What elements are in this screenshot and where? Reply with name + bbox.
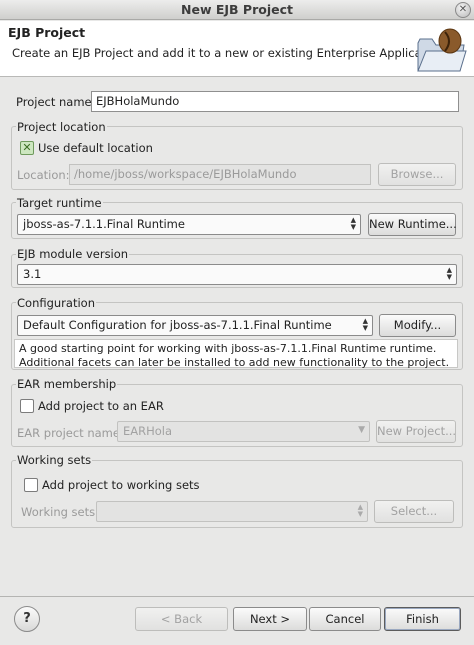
next-button[interactable]: Next > [233, 607, 307, 631]
working-sets-select[interactable]: ▲ ▼ [96, 501, 368, 522]
project-name-input[interactable]: EJBHolaMundo [91, 91, 459, 112]
chevron-down-icon: ▼ [358, 425, 365, 435]
updown-arrows-icon: ▲ ▼ [362, 317, 368, 332]
target-runtime-select[interactable]: jboss-as-7.1.1.Final Runtime ▲ ▼ [17, 214, 361, 235]
window-titlebar: New EJB Project [0, 0, 474, 20]
cancel-button[interactable]: Cancel [309, 607, 381, 631]
updown-arrows-icon: ▲ ▼ [350, 216, 356, 231]
check-icon: ✕ [22, 141, 32, 154]
banner-description: Create an EJB Project and add it to a ne… [12, 46, 448, 60]
project-location-title: Project location [16, 120, 107, 134]
target-runtime-value: jboss-as-7.1.1.Final Runtime [23, 217, 185, 231]
add-to-working-sets-checkbox[interactable] [24, 478, 38, 492]
working-sets-label: Working sets: [21, 505, 100, 519]
new-ear-project-button[interactable]: New Project... [376, 420, 456, 443]
banner-title: EJB Project [8, 25, 86, 40]
working-sets-title: Working sets [16, 453, 93, 467]
help-button[interactable]: ? [14, 606, 40, 632]
add-to-working-sets-label: Add project to working sets [42, 478, 200, 492]
configuration-title: Configuration [16, 296, 96, 310]
ear-project-name-label: EAR project name: [17, 426, 124, 440]
updown-arrows-icon: ▲ ▼ [446, 266, 452, 281]
ear-membership-title: EAR membership [16, 377, 118, 391]
browse-button[interactable]: Browse... [378, 163, 456, 186]
location-label: Location: [17, 168, 70, 182]
updown-arrows-icon: ▲ ▼ [357, 503, 363, 518]
back-button[interactable]: < Back [135, 607, 228, 631]
new-runtime-button[interactable]: New Runtime... [368, 213, 457, 236]
select-working-sets-button[interactable]: Select... [374, 500, 454, 523]
use-default-location-label: Use default location [38, 141, 153, 155]
modify-button[interactable]: Modify... [379, 314, 456, 337]
project-name-label: Project name: [16, 95, 96, 109]
ejb-module-version-title: EJB module version [16, 247, 130, 261]
close-window-button[interactable]: ✕ [455, 2, 471, 18]
add-to-ear-checkbox[interactable] [20, 399, 34, 413]
finish-button[interactable]: Finish [384, 607, 461, 631]
add-to-ear-label: Add project to an EAR [38, 399, 164, 413]
window-title: New EJB Project [181, 2, 293, 17]
ejb-project-icon [414, 25, 468, 78]
ejb-module-version-select[interactable]: 3.1 ▲ ▼ [17, 264, 457, 285]
ear-project-name-select[interactable]: EARHola ▼ [117, 421, 370, 442]
location-input[interactable]: /home/jboss/workspace/EJBHolaMundo [69, 164, 371, 185]
close-icon: ✕ [458, 4, 468, 15]
ejb-module-version-value: 3.1 [23, 267, 42, 281]
configuration-select[interactable]: Default Configuration for jboss-as-7.1.1… [17, 315, 373, 336]
footer-separator [0, 596, 474, 597]
target-runtime-title: Target runtime [16, 196, 103, 210]
configuration-description: A good starting point for working with j… [14, 339, 458, 369]
wizard-banner: EJB Project Create an EJB Project and ad… [0, 21, 474, 77]
use-default-location-checkbox[interactable]: ✕ [20, 141, 34, 155]
ear-project-name-value: EARHola [123, 424, 173, 438]
help-icon: ? [23, 611, 31, 626]
configuration-value: Default Configuration for jboss-as-7.1.1… [23, 318, 332, 332]
